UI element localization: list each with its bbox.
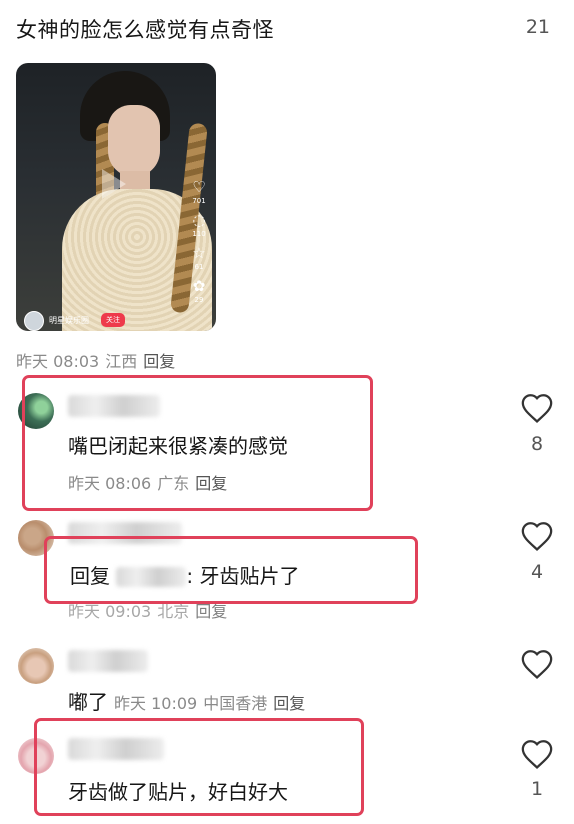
comment-like-count: 8: [530, 433, 544, 455]
avatar[interactable]: [18, 648, 54, 684]
video-action-comment[interactable]: ◌ 110: [189, 212, 209, 239]
comment-icon: ◌: [192, 211, 206, 229]
comment-location: 中国香港: [203, 694, 268, 713]
comment-reply-button[interactable]: 回复: [273, 694, 305, 713]
post-time: 昨天 08:03: [16, 352, 100, 371]
blurred-username[interactable]: [68, 650, 148, 672]
share-icon: ✿: [192, 277, 206, 295]
heart-icon[interactable]: [520, 392, 554, 424]
comment-reply-button[interactable]: 回复: [195, 602, 227, 621]
post-location: 江西: [105, 352, 138, 371]
comment-time: 昨天 09:03: [68, 602, 152, 621]
heart-icon[interactable]: [520, 520, 554, 552]
video-action-bar: ♡ 701 ◌ 110 ☆ 61 ✿ 29: [189, 179, 209, 311]
video-thumbnail[interactable]: ♡ 701 ◌ 110 ☆ 61 ✿ 29 明星娱乐圈 关注: [16, 63, 216, 331]
video-comment-count: 110: [192, 230, 206, 238]
highlight-box: [34, 718, 364, 816]
post-like-count: 21: [525, 16, 550, 38]
heart-icon[interactable]: [520, 648, 554, 680]
comment-like-count: 4: [530, 561, 544, 583]
video-follow-button[interactable]: 关注: [101, 313, 125, 327]
video-author-avatar[interactable]: [24, 311, 44, 331]
post-title: 女神的脸怎么感觉有点奇怪: [16, 18, 274, 42]
video-action-like[interactable]: ♡ 701: [189, 179, 209, 206]
post-meta: 昨天 08:03 江西 回复: [16, 348, 181, 372]
post-reply-button[interactable]: 回复: [143, 352, 175, 371]
star-icon: ☆: [192, 244, 206, 262]
comment-location: 北京: [157, 602, 190, 621]
video-action-share[interactable]: ✿ 29: [189, 278, 209, 305]
video-favorite-count: 61: [194, 263, 204, 271]
comment-text-row: 嘟了 昨天 10:09 中国香港 回复: [68, 686, 311, 715]
video-like-count: 701: [192, 197, 206, 205]
video-action-favorite[interactable]: ☆ 61: [189, 245, 209, 272]
video-share-count: 29: [194, 296, 204, 304]
play-icon[interactable]: [102, 169, 126, 199]
comment-time: 昨天 10:09: [114, 694, 198, 713]
video-figure-face: [108, 105, 160, 177]
heart-icon: ♡: [192, 178, 206, 196]
highlight-box: [22, 375, 373, 511]
video-author-name[interactable]: 明星娱乐圈: [49, 315, 89, 326]
heart-icon[interactable]: [520, 738, 554, 770]
highlight-box: [44, 536, 418, 604]
comment-like-count: 1: [530, 778, 544, 800]
comment-text: 嘟了: [68, 690, 108, 714]
